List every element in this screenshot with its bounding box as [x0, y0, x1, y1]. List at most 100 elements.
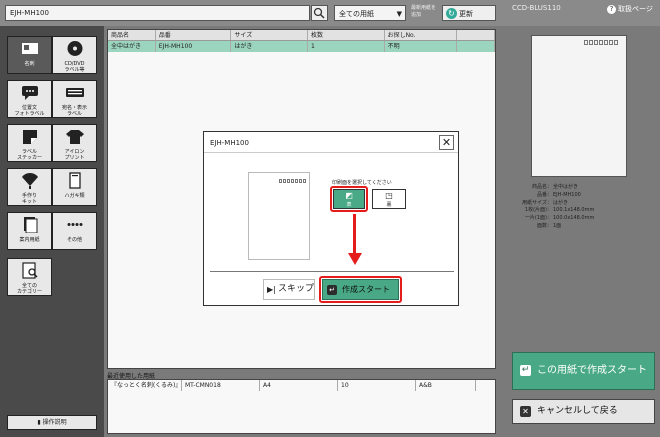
back-side-button[interactable]: ◳ 裏	[372, 189, 406, 209]
dialog-title: EJH-MH100	[210, 139, 249, 147]
column-header[interactable]: 商品名	[108, 30, 156, 40]
question-icon: ?	[607, 5, 616, 14]
postcard-icon	[68, 172, 81, 189]
back-page-icon: ◳	[385, 191, 393, 200]
divider	[210, 271, 454, 272]
postal-code-boxes	[584, 40, 618, 45]
close-icon: ✕	[441, 136, 452, 149]
sidebar-item-label: ハガキ類	[64, 193, 85, 199]
search-document-icon	[21, 262, 38, 279]
sidebar-item-photo-label[interactable]: 位置文 フォトラベル	[7, 80, 52, 118]
sidebar-item-label-sticker[interactable]: ラベル ステッカー	[7, 124, 52, 162]
sidebar-item-label: その他	[66, 237, 82, 243]
divider	[204, 152, 458, 153]
document-stack-icon	[23, 217, 37, 234]
sidebar-item-cd-dvd[interactable]: CD/DVD ラベル等	[52, 36, 97, 74]
sidebar-item-label: ラベル ステッカー	[16, 149, 42, 161]
top-toolbar: 全ての用紙 ▼ 最新用紙を追加 ↻ 更新 CCD-BLUS110 ?取扱ページ	[0, 0, 660, 26]
sidebar-item-other[interactable]: その他	[52, 212, 97, 250]
table-header: 商品名 品番 サイズ 枚数 お探しNo.	[108, 30, 495, 41]
postal-code-boxes	[279, 179, 306, 183]
cancel-button[interactable]: ✕ キャンセルして戻る	[512, 399, 655, 424]
sidebar-item-label: アイロン プリント	[64, 149, 85, 161]
tshirt-icon	[65, 130, 84, 144]
more-dots-icon	[67, 223, 82, 226]
manual-label: 操作説明	[42, 419, 67, 426]
table-cell: 全中はがき	[108, 41, 156, 52]
table-cell: 『なっとく名刺(くるみ)』	[108, 380, 182, 391]
table-cell: EJH-MH100	[156, 41, 232, 52]
sidebar-item-handmade-kit[interactable]: 手作り キット	[7, 168, 52, 206]
column-header[interactable]: 枚数	[308, 30, 385, 40]
sidebar-item-label: 位置文 フォトラベル	[14, 105, 45, 117]
sidebar-item-label: 全ての カテゴリー	[16, 283, 42, 295]
sidebar-item-address-label[interactable]: 宛名・表示 ラベル	[52, 80, 97, 118]
table-cell: 1	[308, 41, 385, 52]
print-side-dialog: EJH-MH100 ✕ 印刷面を選択してください ◩ 表 ◳ 裏 ▶| スキップ…	[203, 131, 459, 306]
sidebar-item-iron-print[interactable]: アイロン プリント	[52, 124, 97, 162]
chevron-down-icon: ▼	[396, 10, 402, 18]
keyboard-icon	[65, 88, 84, 97]
paper-preview	[531, 35, 627, 177]
start-label: この用紙で作成スタート	[537, 365, 647, 376]
start-with-paper-button[interactable]: ↵ この用紙で作成スタート	[512, 352, 655, 390]
search-button[interactable]	[311, 5, 328, 21]
skip-button[interactable]: ▶| スキップ	[263, 279, 315, 300]
help-label: 取扱ページ	[618, 5, 653, 13]
fan-icon	[21, 173, 38, 189]
manual-button[interactable]: ▮ 操作説明	[7, 415, 97, 430]
help-link[interactable]: ? 取扱ページ	[607, 4, 653, 14]
table-cell: 不明	[385, 41, 458, 52]
postcard-preview	[248, 172, 310, 260]
sidebar-item-label: CD/DVD ラベル等	[64, 61, 85, 73]
update-note: 最新用紙を追加	[411, 5, 437, 18]
update-button[interactable]: ↻ 更新	[442, 5, 496, 21]
create-start-button[interactable]: ↵ 作成スタート	[322, 279, 399, 300]
table-cell: MT-CMN018	[182, 380, 260, 391]
column-header[interactable]: サイズ	[231, 30, 308, 40]
table-row[interactable]: 『なっとく名刺(くるみ)』 MT-CMN018 A4 10 A&B	[108, 380, 495, 391]
dialog-close-button[interactable]: ✕	[439, 135, 454, 150]
sidebar-item-label: 案内用紙	[19, 237, 40, 243]
front-side-button[interactable]: ◩ 表	[333, 189, 365, 209]
column-header	[457, 30, 495, 40]
update-label: 更新	[459, 10, 473, 18]
column-header[interactable]: お探しNo.	[385, 30, 458, 40]
sidebar-item-label: 名刺	[24, 61, 35, 67]
table-row[interactable]: 全中はがき EJH-MH100 はがき 1 不明	[108, 41, 495, 52]
paper-filter-select[interactable]: 全ての用紙 ▼	[334, 5, 406, 21]
refresh-icon: ↻	[446, 8, 457, 19]
cancel-label: キャンセルして戻る	[537, 406, 618, 416]
skip-icon: ▶|	[267, 285, 276, 294]
enter-icon: ↵	[327, 285, 337, 295]
sidebar-item-guide-paper[interactable]: 案内用紙	[7, 212, 52, 250]
dialog-instruction: 印刷面を選択してください	[332, 180, 392, 186]
preview-panel: 商品名： 全中はがき 品番： EJH-MH100 用紙サイズ： はがき 1枚(片面)：…	[498, 26, 660, 437]
column-header[interactable]: 品番	[156, 30, 232, 40]
sidebar-item-business-card[interactable]: 名刺	[7, 36, 52, 74]
table-cell: はがき	[231, 41, 308, 52]
sidebar-item-label: 宛名・表示 ラベル	[61, 105, 87, 117]
back-side-label: 裏	[386, 202, 392, 208]
table-cell	[457, 41, 495, 52]
business-card-icon	[21, 43, 38, 54]
arrow-shaft	[353, 214, 356, 255]
sidebar-item-all-categories[interactable]: 全ての カテゴリー	[7, 258, 52, 296]
arrow-down-icon	[348, 253, 362, 265]
disc-icon	[67, 41, 82, 56]
skip-label: スキップ	[278, 284, 315, 294]
front-page-icon: ◩	[345, 191, 353, 200]
enter-icon: ↵	[520, 365, 531, 376]
info-row: 面数： 1面	[536, 222, 562, 229]
create-label: 作成スタート	[342, 285, 390, 294]
info-row: 商品名： 全中はがき	[531, 184, 579, 190]
close-icon: ✕	[520, 406, 531, 417]
table-cell: A&B	[416, 380, 476, 391]
paper-info: 商品名： 全中はがき 品番： EJH-MH100 用紙サイズ： はがき 1枚(片面)：…	[518, 184, 594, 231]
search-input[interactable]	[5, 5, 310, 21]
sidebar-item-postcard[interactable]: ハガキ類	[52, 168, 97, 206]
book-icon: ▮	[37, 419, 41, 426]
front-side-label: 表	[346, 202, 352, 208]
info-row: 一片(1面)： 100.0x148.0mm	[524, 215, 595, 222]
printer-model: CCD-BLUS110	[512, 4, 561, 12]
